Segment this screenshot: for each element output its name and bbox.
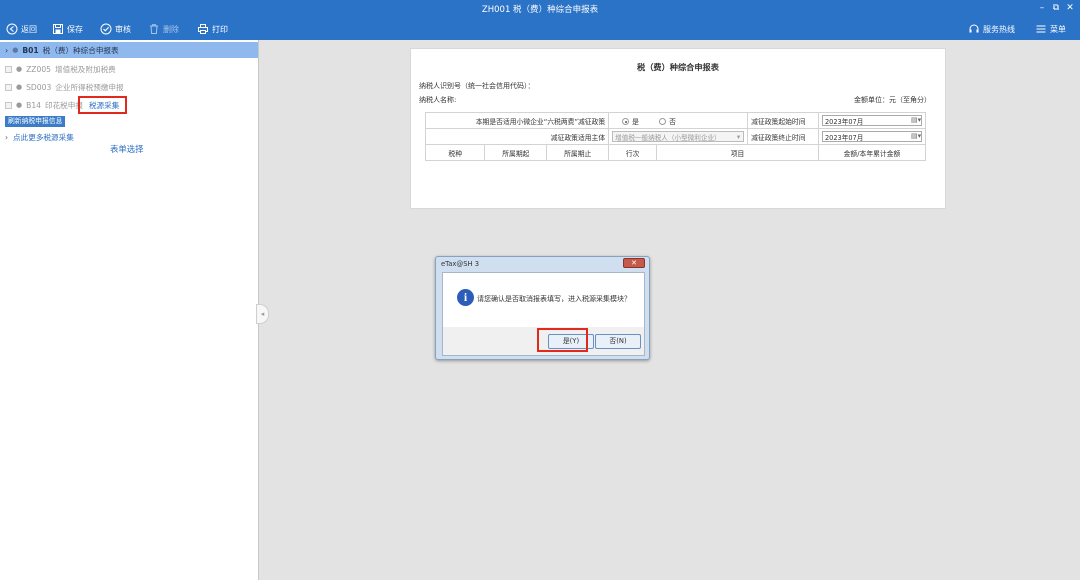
menu-icon — [1036, 25, 1046, 33]
taxpayer-name-label: 纳税人名称: — [419, 96, 457, 104]
sidebar-item-sd003[interactable]: ● SD003 企业所得税预缴申报 — [0, 79, 124, 95]
save-label: 保存 — [67, 24, 83, 34]
restore-button[interactable]: ⧉ — [1050, 2, 1062, 14]
radio-yes[interactable] — [622, 118, 630, 125]
chevron-right-icon: › — [5, 132, 9, 142]
amount-unit-label: 金额单位：元（至角分） — [854, 96, 931, 104]
no-label: 否 — [669, 117, 676, 126]
end-time-label: 减征政策终止时间 — [747, 128, 819, 145]
refresh-tooltip: 刷新纳税申报信息 — [5, 116, 66, 127]
taxpayer-id-label: 纳税人识别号（统一社会信用代码）： — [419, 82, 535, 90]
save-button[interactable]: 保存 — [52, 21, 83, 37]
column-header: 金额/本年累计金额 — [817, 144, 927, 161]
bullet-icon: ● — [12, 46, 19, 54]
yes-label: 是 — [632, 117, 639, 126]
hotline-label: 服务热线 — [983, 24, 1015, 34]
end-date-value: 2023年07月 — [824, 133, 864, 142]
item-name: 税（费）种综合申报表 — [42, 45, 119, 55]
report-form: 税（费）种综合申报表 纳税人识别号（统一社会信用代码）： 纳税人名称: 金额单位… — [410, 48, 946, 209]
back-icon — [6, 23, 18, 35]
more-tax-sources-link[interactable]: › 点此更多税源采集 — [0, 129, 74, 145]
end-date-picker[interactable]: 2023年07月 ▤▾ — [821, 131, 922, 142]
policy-radio-group: 是 否 — [608, 112, 749, 129]
highlight-box — [78, 96, 127, 114]
delete-label: 删除 — [163, 24, 179, 34]
print-label: 打印 — [212, 24, 228, 34]
calendar-icon: ▤▾ — [910, 132, 922, 140]
item-code: ZZ005 — [26, 64, 52, 74]
column-header: 项目 — [656, 144, 819, 161]
review-button[interactable]: 审核 — [100, 21, 131, 37]
checkbox[interactable] — [5, 83, 12, 91]
start-time-label: 减征政策起始时间 — [747, 112, 819, 129]
collapse-sidebar-button[interactable]: ◂ — [256, 304, 269, 324]
close-window-button[interactable]: ✕ — [1064, 2, 1076, 14]
menu-button[interactable]: 菜单 — [1035, 21, 1066, 37]
column-header: 所属期止 — [546, 144, 610, 161]
checkbox[interactable] — [5, 65, 12, 73]
headset-icon — [969, 24, 979, 33]
window-title: ZH001 税（费）种综合申报表 — [481, 5, 599, 15]
service-hotline-button[interactable]: 服务热线 — [968, 21, 1015, 37]
item-name: 增值税及附加税费 — [55, 64, 116, 74]
sidebar-item-b01[interactable]: › ● B01 税（费）种综合申报表 — [0, 42, 258, 58]
checkbox[interactable] — [5, 101, 12, 109]
menu-label: 菜单 — [1050, 24, 1066, 34]
subject-value: 增值税一般纳税人（小型微利企业） — [615, 133, 721, 142]
column-header: 行次 — [608, 144, 658, 161]
form-title: 税（费）种综合申报表 — [637, 62, 719, 72]
declaration-table: 本期是否适用小微企业“六税两费”减征政策 是 否 减征政策起始时间 2023年0… — [424, 112, 927, 161]
radio-no[interactable] — [659, 118, 667, 125]
dialog-title: eTax@SH 3 — [441, 260, 480, 268]
start-date-value: 2023年07月 — [824, 117, 864, 126]
chevron-down-icon: ▾ — [736, 132, 741, 141]
item-name: 企业所得税预缴申报 — [55, 82, 124, 92]
confirm-dialog: eTax@SH 3 ✕ i 请您确认是否取消报表填写，进入税源采集模块？ 是(Y… — [435, 256, 650, 360]
start-date-picker[interactable]: 2023年07月 ▤▾ — [821, 115, 922, 126]
column-header: 税种 — [424, 144, 486, 161]
dialog-message: 请您确认是否取消报表填写，进入税源采集模块？ — [477, 295, 631, 303]
item-code: SD003 — [26, 82, 52, 92]
highlight-box — [537, 328, 588, 352]
more-label: 点此更多税源采集 — [13, 132, 74, 142]
delete-button[interactable]: 删除 — [148, 21, 179, 37]
subject-label: 减征政策适用主体 — [424, 128, 610, 145]
trash-icon — [150, 24, 158, 34]
save-icon — [53, 24, 63, 34]
item-code: B01 — [22, 45, 39, 55]
toolbar: 返回 保存 审核 删除 打印 服务热线 菜单 — [0, 18, 1080, 40]
sidebar-item-zz005[interactable]: ● ZZ005 增值税及附加税费 — [0, 61, 116, 77]
back-button[interactable]: 返回 — [6, 21, 37, 37]
chevron-right-icon: › — [5, 45, 9, 55]
column-header: 所属期起 — [484, 144, 548, 161]
dialog-content: i 请您确认是否取消报表填写，进入税源采集模块？ — [443, 273, 644, 327]
dialog-close-button[interactable]: ✕ — [623, 258, 645, 268]
bullet-icon: ● — [16, 83, 23, 91]
subject-select[interactable]: 增值税一般纳税人（小型微利企业） ▾ — [612, 131, 745, 142]
check-circle-icon — [100, 23, 112, 35]
form-select-link[interactable]: 表单选择 — [110, 141, 144, 157]
minimize-button[interactable]: – — [1036, 2, 1048, 14]
policy-label: 本期是否适用小微企业“六税两费”减征政策 — [424, 112, 610, 129]
print-button[interactable]: 打印 — [197, 21, 228, 37]
review-label: 审核 — [115, 24, 131, 34]
bullet-icon: ● — [16, 101, 23, 109]
no-button[interactable]: 否(N) — [595, 334, 641, 349]
title-bar: ZH001 税（费）种综合申报表 – ⧉ ✕ — [0, 0, 1080, 18]
printer-icon — [198, 24, 208, 34]
info-icon: i — [457, 289, 474, 306]
bullet-icon: ● — [16, 65, 23, 73]
calendar-icon: ▤▾ — [910, 116, 922, 124]
item-code: B14 — [26, 100, 41, 110]
sidebar: › ● B01 税（费）种综合申报表 ● ZZ005 增值税及附加税费 ● SD… — [0, 40, 259, 580]
back-label: 返回 — [21, 24, 37, 34]
